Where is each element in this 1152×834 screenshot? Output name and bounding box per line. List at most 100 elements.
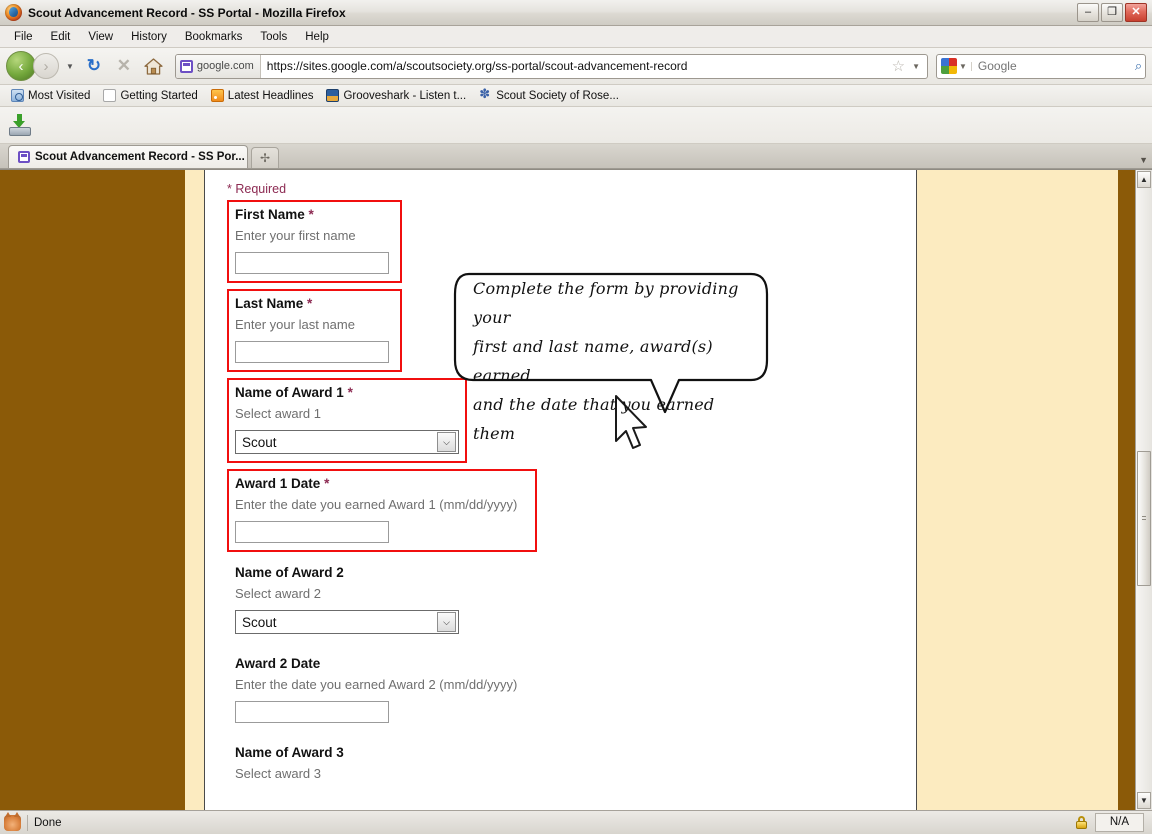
bookmark-star-icon[interactable]: ☆ [887, 57, 910, 75]
page-left-cream-strip [185, 170, 205, 810]
award-1-select[interactable]: Scout ⌵ [235, 430, 459, 454]
most-visited-icon [11, 89, 24, 102]
tab-bar: Scout Advancement Record - SS Por... ✢ ▼ [0, 144, 1152, 169]
bookmark-grooveshark[interactable]: Grooveshark - Listen t... [321, 88, 471, 103]
field-award-1-date: Award 1 Date * Enter the date you earned… [227, 469, 537, 552]
chevron-down-icon[interactable]: ⌵ [437, 612, 456, 632]
restore-button[interactable]: ❐ [1101, 3, 1123, 22]
field-label: First Name * [235, 207, 392, 222]
bookmark-label: Most Visited [28, 89, 91, 102]
label-text: Name of Award 1 [235, 385, 344, 400]
page-viewport: * Required First Name * Enter your first… [0, 169, 1152, 810]
reload-button[interactable]: ↻ [81, 53, 107, 79]
tab-scout-advancement-record[interactable]: Scout Advancement Record - SS Por... [8, 145, 248, 168]
mouse-cursor-icon [615, 395, 647, 449]
firefox-logo-icon [5, 4, 22, 21]
menu-bookmarks[interactable]: Bookmarks [177, 29, 251, 45]
addon-cat-icon[interactable] [4, 811, 21, 831]
scroll-down-button[interactable]: ▼ [1137, 792, 1151, 809]
bookmark-label: Grooveshark - Listen t... [343, 89, 467, 102]
field-label: Name of Award 3 [235, 745, 344, 760]
field-help: Enter the date you earned Award 1 (mm/dd… [235, 497, 518, 512]
menu-file[interactable]: File [6, 29, 41, 45]
scrollbar-thumb[interactable] [1137, 451, 1151, 586]
stop-button[interactable]: ✕ [111, 53, 137, 79]
field-help: Select award 2 [235, 586, 321, 601]
restore-icon: ❐ [1107, 6, 1117, 18]
search-icon[interactable]: ⌕ [1135, 58, 1145, 74]
reload-icon: ↻ [86, 56, 102, 75]
menu-view[interactable]: View [80, 29, 121, 45]
field-award-1-name: Name of Award 1 * Select award 1 Scout ⌵ [227, 378, 467, 463]
menu-edit[interactable]: Edit [43, 29, 79, 45]
award-2-selected-value: Scout [242, 614, 277, 630]
close-button[interactable]: ✕ [1125, 3, 1147, 22]
close-icon: ✕ [1131, 6, 1141, 18]
form-content-area: * Required First Name * Enter your first… [205, 170, 916, 810]
field-help: Enter the date you earned Award 2 (mm/dd… [235, 677, 518, 692]
label-text: Award 1 Date [235, 476, 321, 491]
bookmark-label: Getting Started [120, 89, 198, 102]
minimize-button[interactable]: – [1077, 3, 1099, 22]
new-tab-button[interactable]: ✢ [251, 147, 279, 168]
site-identity-chip[interactable]: google.com [175, 54, 261, 78]
award-1-date-input[interactable] [235, 521, 389, 543]
last-name-input[interactable] [235, 341, 389, 363]
bookmark-most-visited[interactable]: Most Visited [6, 88, 95, 103]
list-all-tabs-icon[interactable]: ▼ [1139, 155, 1148, 165]
tab-favicon-icon [18, 151, 30, 163]
vertical-scrollbar[interactable]: ▲ ▼ [1135, 170, 1152, 810]
field-label: Last Name * [235, 296, 392, 311]
chevron-down-icon: ▼ [1140, 796, 1148, 805]
field-first-name: First Name * Enter your first name [227, 200, 402, 283]
scrollbar-track[interactable] [1136, 189, 1152, 791]
stop-icon: ✕ [116, 56, 132, 75]
first-name-input[interactable] [235, 252, 389, 274]
grooveshark-icon [326, 89, 340, 102]
search-bar[interactable]: ▼ ⌕ [936, 53, 1146, 79]
site-identity-label: google.com [196, 60, 254, 72]
menu-help[interactable]: Help [297, 29, 337, 45]
lock-icon[interactable] [1075, 816, 1087, 829]
bookmark-getting-started[interactable]: Getting Started [98, 88, 202, 103]
scroll-up-button[interactable]: ▲ [1137, 171, 1151, 188]
window-controls: – ❐ ✕ [1077, 3, 1150, 22]
bookmark-latest-headlines[interactable]: Latest Headlines [206, 88, 319, 103]
home-icon [144, 57, 164, 75]
status-divider [27, 814, 28, 831]
window-title: Scout Advancement Record - SS Portal - M… [28, 5, 346, 20]
award-2-date-input[interactable] [235, 701, 389, 723]
field-award-2-name: Name of Award 2 Select award 2 Scout ⌵ [227, 558, 467, 643]
bookmarks-toolbar: Most Visited Getting Started Latest Head… [0, 85, 1152, 107]
menu-bar: File Edit View History Bookmarks Tools H… [0, 26, 1152, 48]
search-engine-dropdown-icon[interactable]: ▼ [959, 61, 972, 71]
menu-tools[interactable]: Tools [252, 29, 295, 45]
site-identity-icon [179, 59, 193, 73]
required-marker: * [308, 207, 314, 222]
scout-society-icon [479, 86, 492, 102]
menu-history[interactable]: History [123, 29, 175, 45]
url-input[interactable] [260, 58, 887, 74]
url-dropdown-icon[interactable]: ▼ [910, 62, 927, 71]
url-bar[interactable]: google.com ☆ ▼ [174, 53, 928, 79]
back-button[interactable]: ‹ [6, 51, 36, 81]
field-label: Award 2 Date [235, 656, 321, 671]
field-label: Name of Award 2 [235, 565, 344, 580]
home-button[interactable] [141, 53, 167, 79]
award-1-selected-value: Scout [242, 434, 277, 450]
security-status-badge[interactable]: N/A [1094, 813, 1144, 832]
chevron-down-icon[interactable]: ⌵ [437, 432, 456, 452]
status-bar: Done N/A [0, 810, 1152, 834]
award-2-select[interactable]: Scout ⌵ [235, 610, 459, 634]
field-label: Name of Award 1 * [235, 385, 457, 400]
nav-history-dropdown[interactable]: ▼ [63, 62, 77, 71]
bookmark-label: Latest Headlines [227, 89, 314, 102]
downloads-icon[interactable] [8, 113, 32, 137]
required-note: * Required [227, 182, 287, 196]
forward-button[interactable]: › [33, 53, 59, 79]
page-right-cream-strip [916, 170, 1118, 810]
bookmark-scout-society[interactable]: Scout Society of Rose... [474, 86, 624, 103]
chevron-up-icon: ▲ [1140, 175, 1148, 184]
search-input[interactable] [975, 58, 1135, 74]
download-tray [9, 127, 31, 136]
